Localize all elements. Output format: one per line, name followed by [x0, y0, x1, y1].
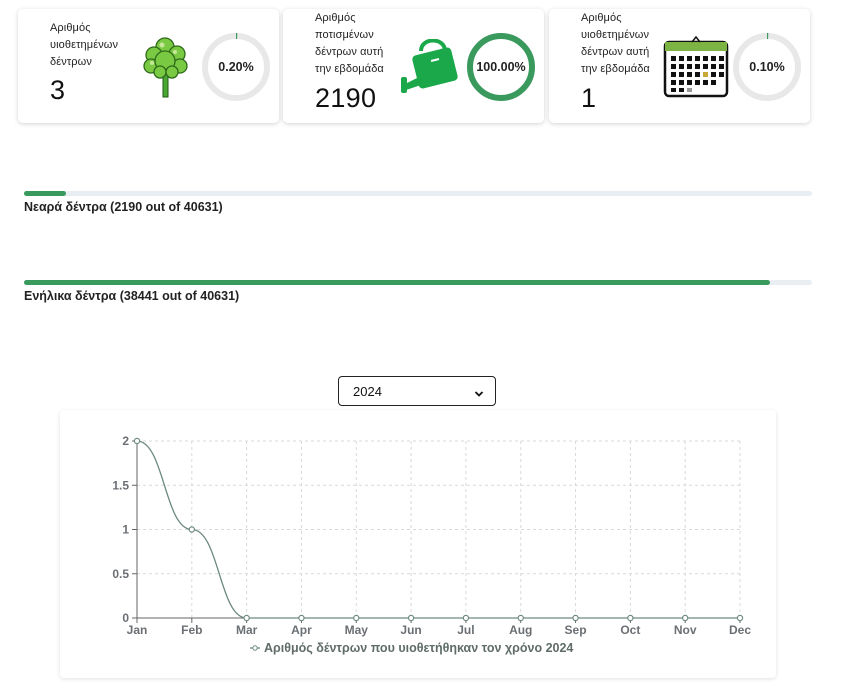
stat-value: 1 [581, 83, 597, 113]
data-point [353, 614, 360, 622]
x-tick-label: Jul [457, 623, 474, 637]
data-point [298, 614, 305, 622]
stat-label: Αριθμός υιοθετημένων δέντρων αυτή την εβ… [581, 12, 650, 75]
stat-label: Αριθμός υιοθετημένων δέντρων [50, 22, 119, 68]
data-point [188, 526, 196, 533]
stat-value: 2190 [315, 83, 377, 113]
progress-fill [24, 191, 67, 196]
percent-text: 0.20% [218, 60, 254, 74]
data-point [736, 614, 744, 622]
x-tick-label: Dec [729, 623, 751, 637]
watering-can-icon [401, 38, 463, 100]
stat-label: Αριθμός ποτισμένων δέντρων αυτή την εβδο… [315, 12, 384, 75]
young-trees-progress-bar [24, 191, 812, 196]
year-select[interactable]: 2024 [338, 376, 496, 406]
legend-marker [252, 645, 258, 651]
x-tick-label: May [345, 623, 369, 637]
y-tick-label: 1.5 [112, 478, 129, 492]
x-tick-label: Aug [509, 623, 532, 637]
adult-trees-progress-bar [24, 280, 812, 285]
percent-text: 100.00% [476, 60, 526, 74]
x-tick-label: Jan [127, 623, 148, 637]
data-point [572, 614, 579, 622]
x-tick-label: Nov [674, 623, 697, 637]
y-tick-label: 2 [122, 434, 129, 448]
calendar-icon [663, 35, 729, 103]
adult-trees-label: Ενήλικα δέντρα (38441 out of 40631) [24, 289, 240, 303]
x-tick-label: Oct [620, 623, 640, 637]
stat-card-watered-trees: Αριθμός ποτισμένων δέντρων αυτή την εβδο… [283, 9, 544, 123]
x-tick-label: Feb [181, 623, 202, 637]
chevron-down-icon [474, 386, 484, 404]
stat-card-adopted-this-week: Αριθμός υιοθετημένων δέντρων αυτή την εβ… [549, 9, 810, 123]
stat-card-adopted-trees: Αριθμός υιοθετημένων δέντρων 3 0.20% [18, 9, 279, 123]
data-point [407, 614, 415, 622]
data-point [243, 614, 250, 622]
x-tick-label: Jun [400, 623, 421, 637]
data-point [681, 614, 689, 622]
adoption-line-chart: 0 0.5 1 1.5 2 Jan Feb Mar Apr May Jun Jul Aug Sep Oct N… [60, 410, 776, 678]
y-tick-label: 1 [122, 523, 129, 537]
legend-label: Αριθμός δέντρων που υιοθετήθηκαν τον χρό… [264, 641, 573, 655]
x-tick-label: Mar [236, 623, 258, 637]
chart-svg: 00.511.52Jan Feb Mar Apr May Jun Jul Aug Sep Oct N… [112, 434, 751, 655]
young-trees-label: Νεαρά δέντρα (2190 out of 40631) [24, 200, 223, 214]
percent-text: 0.10% [749, 60, 785, 74]
tree-icon [142, 35, 192, 104]
data-point [462, 614, 470, 622]
x-tick-label: Sep [565, 623, 587, 637]
x-tick-label: Apr [291, 623, 312, 637]
data-point [133, 437, 141, 445]
year-select-value: 2024 [353, 384, 382, 399]
y-tick-label: 0.5 [112, 567, 129, 581]
stat-value: 3 [50, 75, 66, 105]
data-point [517, 614, 524, 622]
percent-ring: 0.20% [200, 31, 272, 103]
percent-ring: 0.10% [731, 31, 803, 103]
data-point [627, 614, 634, 622]
progress-fill [24, 280, 770, 285]
percent-ring: 100.00% [465, 31, 537, 103]
